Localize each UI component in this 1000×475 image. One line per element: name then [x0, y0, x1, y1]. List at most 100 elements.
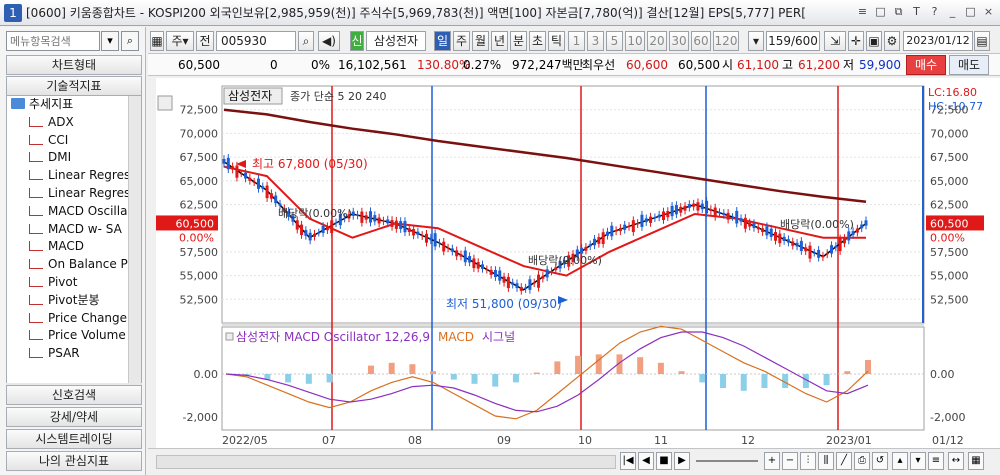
minute-3[interactable]: 3: [587, 31, 604, 51]
tree-scrollbar[interactable]: [128, 96, 141, 394]
x-axis-label: 10: [578, 434, 592, 447]
search-icon[interactable]: ⌕: [121, 31, 139, 51]
maximize-icon[interactable]: □: [963, 4, 978, 20]
candle-body: [644, 218, 648, 223]
section-my-indicators[interactable]: 나의 관심지표: [6, 451, 142, 471]
tree-item-dmi[interactable]: DMI: [7, 149, 141, 167]
minute-60[interactable]: 60: [691, 31, 711, 51]
candle-icon[interactable]: ⫶: [800, 452, 816, 470]
section-signal[interactable]: 신호검색: [6, 385, 142, 405]
minute-5[interactable]: 5: [606, 31, 623, 51]
tree-item-pivot[interactable]: Pivot: [7, 274, 141, 292]
period-tick[interactable]: 틱: [548, 31, 565, 51]
print-icon[interactable]: ⎙: [854, 452, 870, 470]
candle-body: [636, 222, 640, 225]
tree-item-pivot-min[interactable]: Pivot분봉: [7, 292, 141, 310]
date-input[interactable]: 2023/01/12: [903, 31, 973, 51]
tree-item-adx[interactable]: ADX: [7, 114, 141, 132]
up-icon[interactable]: ▴: [892, 452, 908, 470]
menu-icon[interactable]: ≡: [855, 4, 870, 20]
tree-item-macd[interactable]: MACD: [7, 238, 141, 256]
section-system-trading[interactable]: 시스템트레이딩: [6, 429, 142, 449]
bar-icon[interactable]: ⫼: [818, 452, 834, 470]
minute-20[interactable]: 20: [647, 31, 667, 51]
next-icon[interactable]: ▶: [674, 452, 690, 470]
prev-button[interactable]: 전: [196, 31, 214, 51]
restore-icon[interactable]: □: [873, 4, 888, 20]
section-strength[interactable]: 강세/약세: [6, 407, 142, 427]
candle-body: [304, 230, 308, 236]
reset-icon[interactable]: ↺: [872, 452, 888, 470]
buy-button[interactable]: 매수: [906, 55, 946, 75]
down-icon[interactable]: ▾: [910, 452, 926, 470]
tree-folder[interactable]: 추세지표: [7, 96, 141, 114]
tree-item-obv[interactable]: On Balance P: [7, 256, 141, 274]
period-second[interactable]: 초: [529, 31, 546, 51]
crosshair-icon[interactable]: ✛: [848, 31, 864, 51]
calendar-icon[interactable]: ▤: [974, 31, 990, 51]
settings-icon[interactable]: ⚙: [884, 31, 900, 51]
dropdown-icon[interactable]: ▾: [101, 31, 119, 51]
help-icon[interactable]: ?: [927, 4, 942, 20]
zoom-icon[interactable]: ⇲: [824, 31, 846, 51]
grid-icon[interactable]: ▦: [968, 452, 984, 470]
prev-icon[interactable]: ◀: [638, 452, 654, 470]
save-icon[interactable]: ▣: [866, 31, 882, 51]
oscillator-bar: [512, 374, 519, 383]
minute-30[interactable]: 30: [669, 31, 689, 51]
minimize-icon[interactable]: _: [945, 4, 960, 20]
zoom-in-icon[interactable]: +: [764, 452, 780, 470]
arrow-icon[interactable]: ↔: [948, 452, 964, 470]
tree-item-psar[interactable]: PSAR: [7, 345, 141, 363]
section-indicators[interactable]: 기술적지표: [6, 76, 142, 96]
zoom-out-icon[interactable]: −: [782, 452, 798, 470]
minute-120[interactable]: 120: [713, 31, 739, 51]
stock-code-input[interactable]: 005930: [216, 31, 296, 51]
tree-item-macd-osc[interactable]: MACD Oscilla: [7, 203, 141, 221]
candle-body: [222, 158, 226, 164]
zoom-slider[interactable]: [696, 460, 758, 462]
stop-icon[interactable]: ■: [656, 452, 672, 470]
section-chart-type[interactable]: 차트형태: [6, 55, 142, 75]
candle-body: [584, 246, 588, 251]
open-label: 시: [722, 58, 734, 72]
close-icon[interactable]: ×: [981, 4, 996, 20]
tree-item-linreg-1[interactable]: Linear Regres: [7, 167, 141, 185]
oscillator-bar: [471, 374, 478, 384]
period-minute[interactable]: 분: [510, 31, 527, 51]
candle-body: [265, 185, 269, 199]
minute-10[interactable]: 10: [625, 31, 645, 51]
price-axis-label-right: 57,500: [930, 246, 969, 259]
sell-button[interactable]: 매도: [949, 55, 989, 75]
current-price-label-right: 60,500: [930, 217, 969, 230]
period-month[interactable]: 월: [472, 31, 489, 51]
tree-item-price-volume[interactable]: Price Volume: [7, 327, 141, 345]
title-bar: 1 [0600] 키움종합차트 - KOSPI200 외국인보유[2,985,9…: [0, 0, 1000, 26]
list-icon[interactable]: ≡: [928, 452, 944, 470]
price-chart[interactable]: 72,500 72,50070,000 70,00067,500 67,50065,0…: [156, 78, 1000, 448]
tree-item-cci[interactable]: CCI: [7, 132, 141, 150]
candle-body: [610, 225, 614, 237]
horizontal-scrollbar[interactable]: [156, 455, 616, 469]
line-icon[interactable]: ╱: [836, 452, 852, 470]
tree-item-macd-sa[interactable]: MACD w- SA: [7, 221, 141, 239]
font-icon[interactable]: T: [909, 4, 924, 20]
grid-icon[interactable]: ▦: [150, 31, 164, 51]
tile-icon[interactable]: ⧉: [891, 4, 906, 20]
menu-search-input[interactable]: [6, 31, 100, 51]
candle-body: [696, 202, 700, 211]
tree-item-linreg-2[interactable]: Linear Regres: [7, 185, 141, 203]
tree-item-price-change[interactable]: Price Change: [7, 310, 141, 328]
search-icon[interactable]: ⌕: [298, 31, 314, 51]
volume-icon[interactable]: ◀): [318, 31, 340, 51]
period-week[interactable]: 주: [453, 31, 470, 51]
candle-body: [489, 269, 493, 275]
minute-1[interactable]: 1: [568, 31, 585, 51]
data-count-input[interactable]: 159/600: [766, 31, 820, 51]
first-icon[interactable]: |◀: [620, 452, 636, 470]
chart-area[interactable]: 72,500 72,500 70,000 70,000 67,500 67,500 65,0…: [156, 78, 1000, 448]
period-year[interactable]: 년: [491, 31, 508, 51]
period-day[interactable]: 일: [434, 31, 451, 51]
type-select[interactable]: 주▾: [166, 31, 194, 51]
dropdown-icon[interactable]: ▾: [748, 31, 764, 51]
